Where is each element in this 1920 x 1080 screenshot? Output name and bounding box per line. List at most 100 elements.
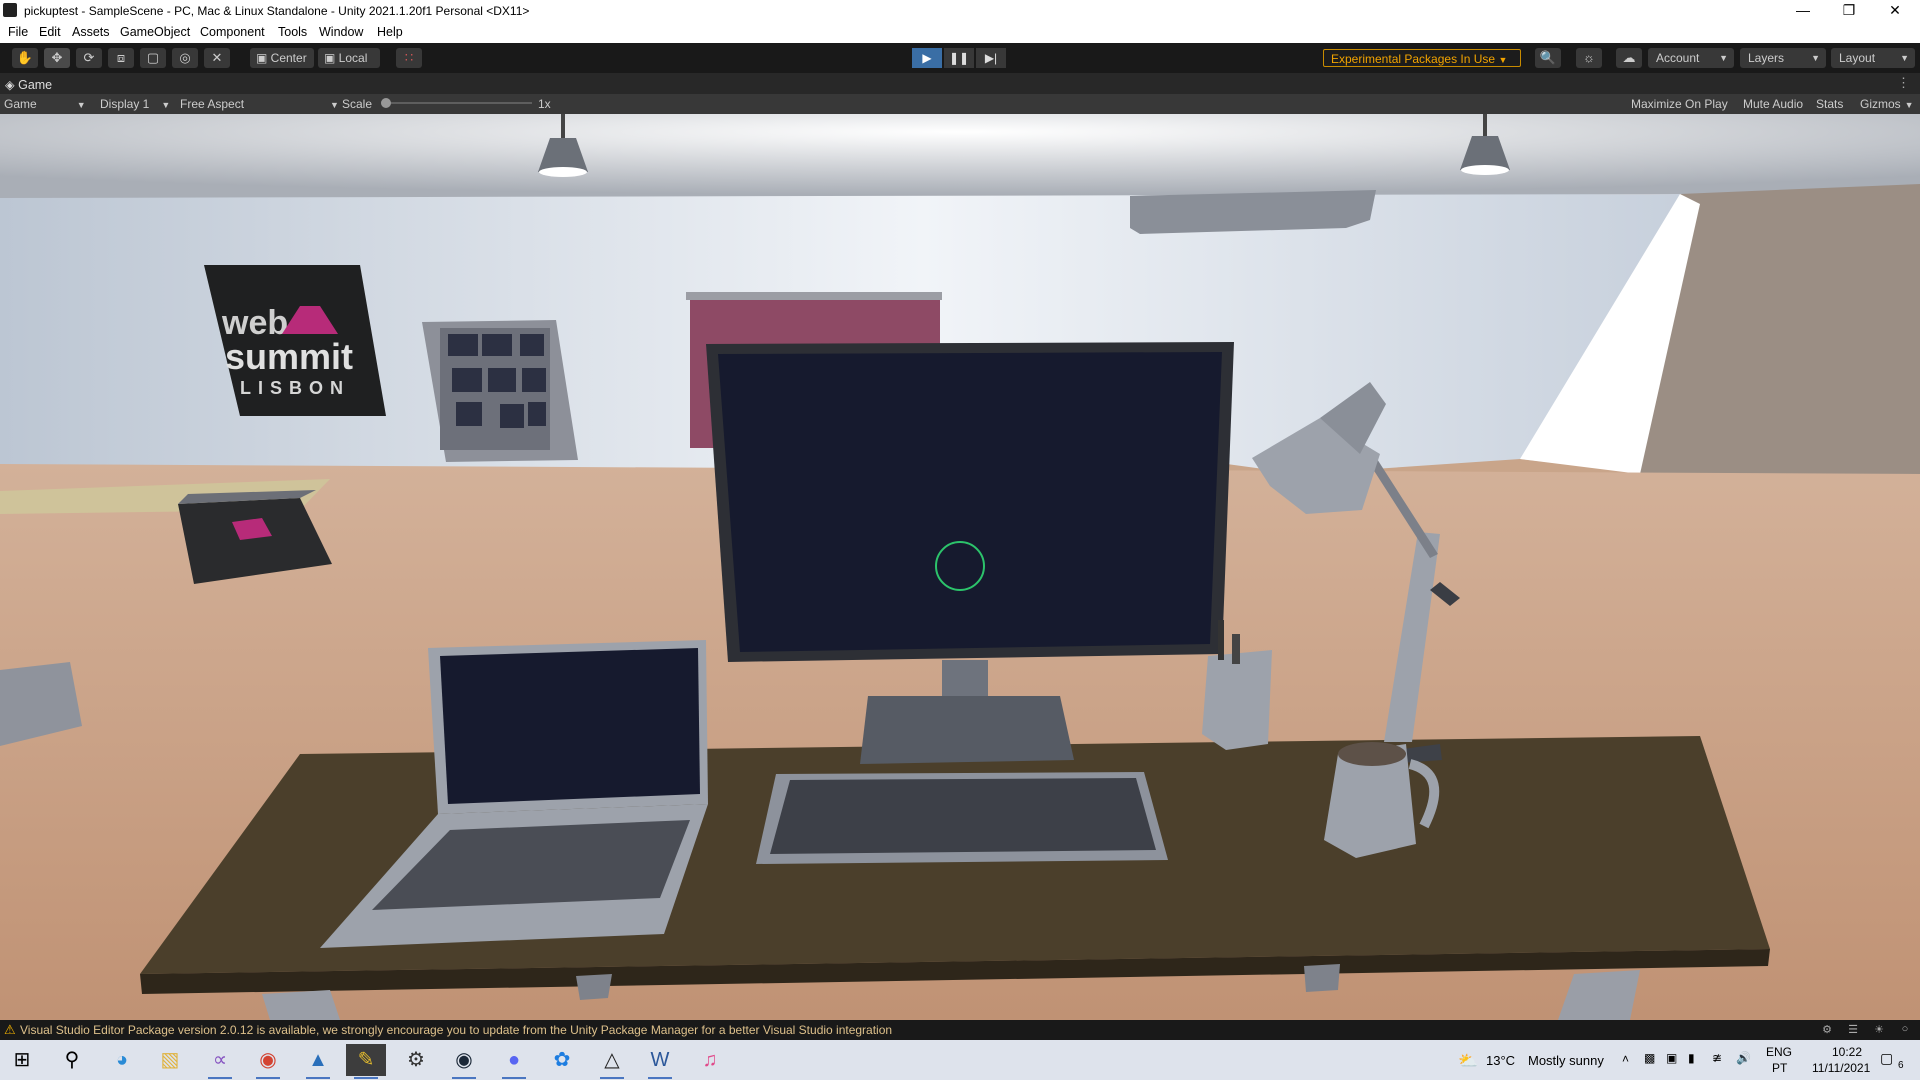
rect-icon[interactable]: ▢ (140, 48, 166, 68)
menu-tools[interactable]: Tools (278, 25, 307, 39)
scale-slider-handle[interactable] (381, 98, 391, 108)
visual-studio-icon[interactable]: ∝ (200, 1044, 240, 1079)
clock-time[interactable]: 10:22 (1832, 1045, 1862, 1059)
unity-icon[interactable]: △ (592, 1044, 632, 1079)
minimize-icon[interactable]: — (1780, 0, 1826, 22)
move-icon[interactable]: ✥ (44, 48, 70, 68)
weather-desc[interactable]: Mostly sunny (1528, 1053, 1604, 1068)
mute-audio-toggle[interactable]: Mute Audio (1743, 97, 1803, 111)
sticky-app-icon[interactable]: ✎ (346, 1044, 386, 1079)
restore-icon[interactable]: ❐ (1826, 0, 1872, 22)
aspect-dropdown[interactable]: Free Aspect ▼ (180, 97, 339, 111)
menu-bar: File Edit Assets GameObject Component To… (0, 22, 1920, 43)
itunes-icon[interactable]: ♫ (690, 1044, 730, 1076)
menu-file[interactable]: File (8, 25, 28, 39)
grid-snap-icon[interactable]: ∷ (396, 48, 422, 68)
transform-icon[interactable]: ◎ (172, 48, 198, 68)
notifications-count: 6 (1898, 1060, 1904, 1071)
chevron-down-icon: ▼ (1811, 53, 1820, 63)
bluetooth-app-icon[interactable]: ✿ (542, 1044, 582, 1076)
menu-window[interactable]: Window (319, 25, 363, 39)
account-dropdown[interactable]: Account ▼ (1648, 48, 1734, 68)
menu-assets[interactable]: Assets (72, 25, 110, 39)
search-icon[interactable]: 🔍 (1535, 48, 1561, 68)
cloud-icon[interactable]: ☁ (1616, 48, 1642, 68)
scale-label: Scale (342, 97, 373, 111)
play-button[interactable]: ▶ (912, 48, 942, 68)
layout-dropdown[interactable]: Layout ▼ (1831, 48, 1915, 68)
chevron-down-icon: ▼ (1904, 100, 1914, 110)
scene-render: web summit LISBON (0, 114, 1920, 1020)
lighting-icon[interactable]: ☼ (1576, 48, 1602, 68)
cache-server-icon[interactable]: ☰ (1846, 1023, 1860, 1037)
layers-dropdown[interactable]: Layers ▼ (1740, 48, 1826, 68)
tab-game-label: Game (18, 78, 53, 92)
battery-icon[interactable]: ▮ (1688, 1051, 1695, 1065)
discord-icon[interactable]: ● (494, 1044, 534, 1079)
chevron-down-icon: ▼ (1719, 53, 1728, 63)
game-mode-label: Game (4, 97, 37, 111)
chevron-down-icon: ▼ (1900, 53, 1909, 63)
custom-tool-icon[interactable]: ✕ (204, 48, 230, 68)
language-code[interactable]: ENG (1766, 1045, 1792, 1059)
experimental-packages-dropdown[interactable]: Experimental Packages In Use ▼ (1323, 49, 1521, 67)
chrome-icon[interactable]: ◉ (248, 1044, 288, 1079)
status-message[interactable]: Visual Studio Editor Package version 2.0… (20, 1023, 892, 1037)
chevron-down-icon: ▼ (161, 100, 171, 110)
windows-taskbar: ⊞ ⚲ ◕ ▧ ∝ ◉ ▲ ✎ ⚙ ◉ ● ✿ △ W ♫ ⛅ 13°C Mos… (0, 1040, 1920, 1080)
weather-temp[interactable]: 13°C (1486, 1053, 1515, 1068)
volume-icon[interactable]: 🔊 (1736, 1051, 1751, 1065)
maximize-on-play-toggle[interactable]: Maximize On Play (1631, 97, 1728, 111)
notifications-icon[interactable]: ▢ (1880, 1050, 1893, 1067)
display-dropdown[interactable]: Display 1 ▼ (100, 97, 170, 111)
wifi-icon[interactable]: ≇ (1712, 1051, 1722, 1065)
unity-app-icon (3, 3, 17, 17)
desk-leg-back-right (1304, 964, 1340, 992)
more-options-icon[interactable]: ⋮ (1897, 75, 1910, 91)
chevron-down-icon: ▼ (330, 100, 339, 110)
gizmos-dropdown[interactable]: Gizmos ▼ (1860, 97, 1914, 111)
pause-button[interactable]: ❚❚ (944, 48, 974, 68)
rotate-icon[interactable]: ⟳ (76, 48, 102, 68)
menu-component[interactable]: Component (200, 25, 265, 39)
search-icon[interactable]: ⚲ (52, 1044, 92, 1076)
display-icon[interactable]: ▣ (1666, 1051, 1677, 1065)
menu-help[interactable]: Help (377, 25, 403, 39)
auto-generate-lighting-icon[interactable]: ☀ (1872, 1023, 1886, 1037)
edge-icon[interactable]: ◕ (102, 1044, 142, 1076)
menu-gameobject[interactable]: GameObject (120, 25, 190, 39)
layout-label: Layout (1839, 51, 1876, 65)
main-toolbar: ✋ ✥ ⟳ ⧈ ▢ ◎ ✕ ▣ Center ▣ Local ∷ ▶ ❚❚ ▶|… (0, 43, 1920, 73)
game-view-toolbar: Game ▼ Display 1 ▼ Free Aspect ▼ Scale 1x M… (0, 94, 1920, 114)
step-icon: ▶| (984, 51, 998, 65)
steam-icon[interactable]: ◉ (444, 1044, 484, 1079)
tab-game[interactable]: ◈ Game (5, 77, 52, 92)
stats-toggle[interactable]: Stats (1816, 97, 1843, 111)
settings-icon[interactable]: ⚙ (396, 1044, 436, 1076)
pivot-local-button[interactable]: ▣ Local (318, 48, 380, 68)
scale-icon[interactable]: ⧈ (108, 48, 134, 68)
meet-icon[interactable]: ▩ (1644, 1051, 1655, 1065)
hand-icon[interactable]: ✋ (12, 48, 38, 68)
menu-edit[interactable]: Edit (39, 25, 61, 39)
window-title: pickuptest - SampleScene - PC, Mac & Lin… (24, 4, 530, 18)
game-viewport[interactable]: web summit LISBON (0, 114, 1920, 1020)
pivot-center-button[interactable]: ▣ Center (250, 48, 314, 68)
game-mode-dropdown[interactable]: Game ▼ (4, 97, 86, 111)
close-icon[interactable]: ✕ (1872, 0, 1918, 22)
chevron-up-icon[interactable]: ˄ (1622, 1052, 1629, 1066)
desk-leg-left (262, 990, 340, 1020)
scale-slider-track[interactable] (382, 102, 532, 104)
step-button[interactable]: ▶| (976, 48, 1006, 68)
windows-start-icon[interactable]: ⊞ (2, 1044, 42, 1076)
photos-icon[interactable]: ▲ (298, 1044, 338, 1079)
desk-leg-back-left (576, 974, 612, 1000)
clock-date[interactable]: 11/11/2021 (1812, 1061, 1870, 1075)
debug-icon[interactable]: ⚙ (1820, 1023, 1834, 1037)
language-region[interactable]: PT (1772, 1061, 1787, 1075)
progress-icon[interactable]: ○ (1898, 1023, 1912, 1037)
file-explorer-icon[interactable]: ▧ (150, 1044, 190, 1076)
word-icon[interactable]: W (640, 1044, 680, 1079)
warning-icon: ⚠ (4, 1022, 16, 1037)
pivot-local-label: Local (338, 51, 368, 65)
